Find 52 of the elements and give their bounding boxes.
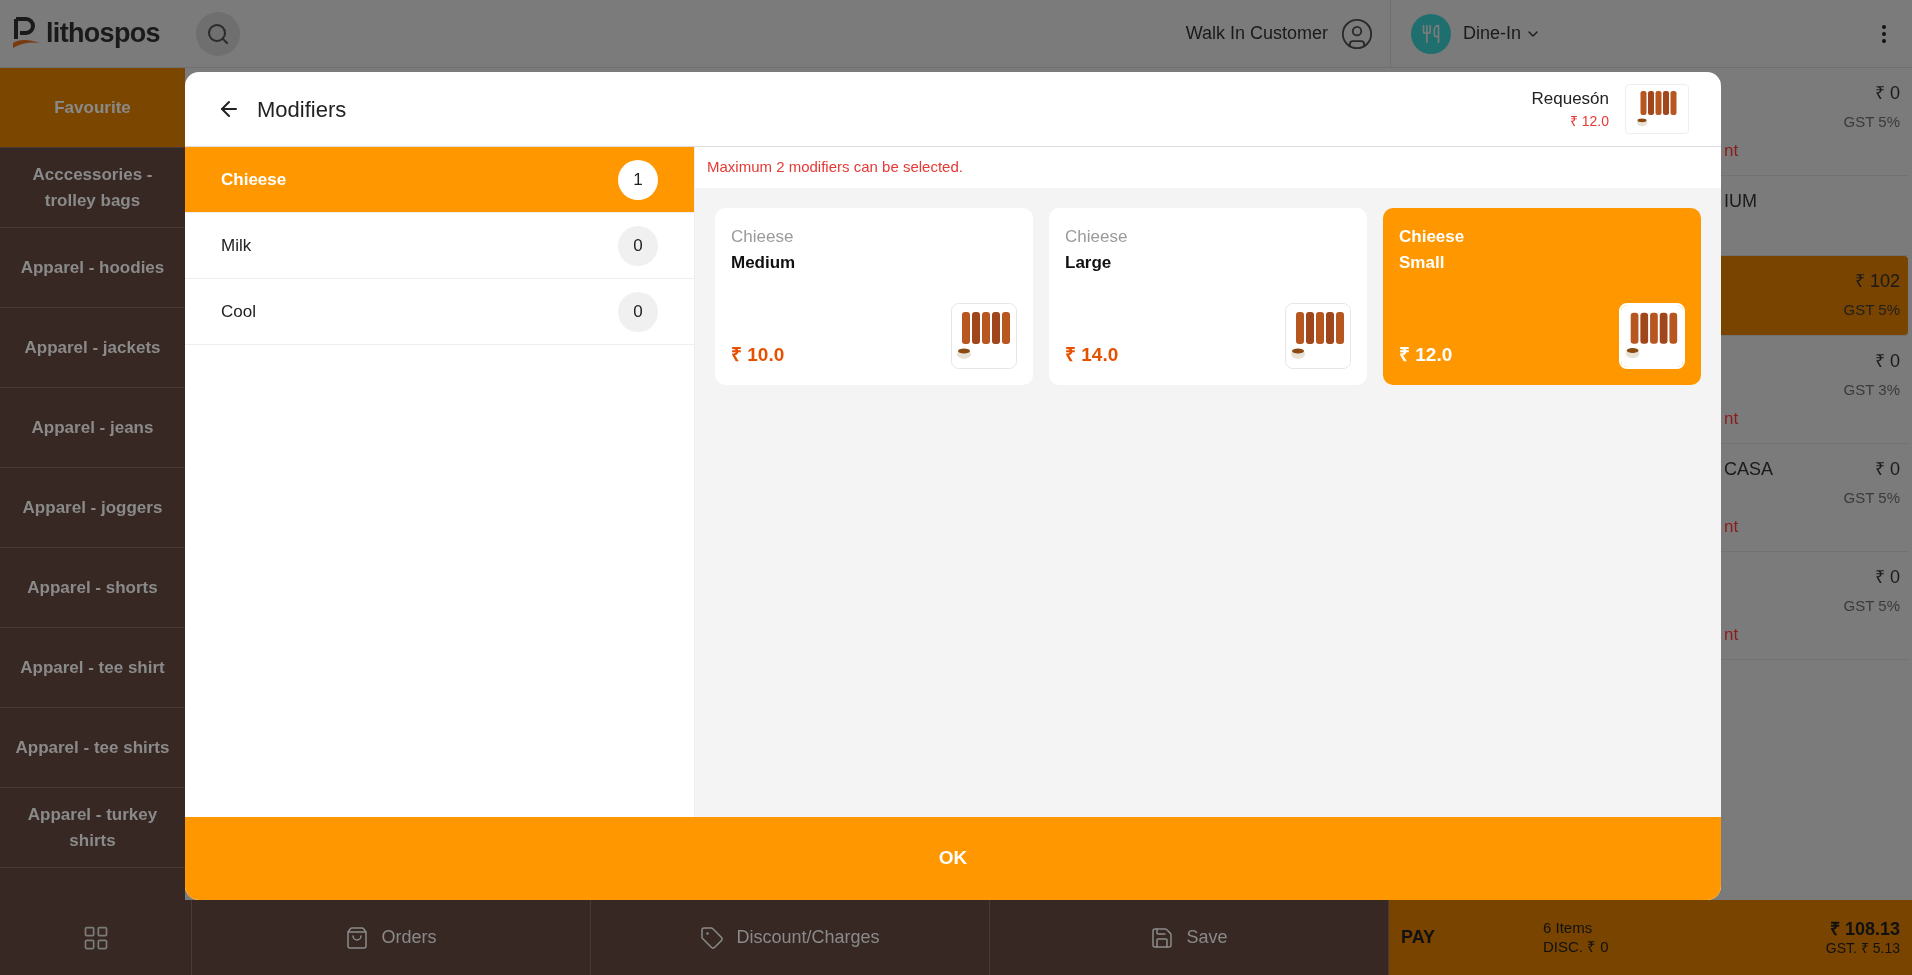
total-amount: ₹ 108.13 xyxy=(1829,917,1900,940)
customer-name[interactable]: Walk In Customer xyxy=(1185,20,1328,47)
group-name: Chieese xyxy=(731,226,795,248)
item-tax: GST 5% xyxy=(1843,596,1900,616)
item-note: nt xyxy=(1724,139,1740,162)
action-icon xyxy=(700,925,725,950)
user-icon[interactable] xyxy=(1340,16,1374,51)
item-price: ₹ 12.0 xyxy=(1569,112,1609,132)
modifier-price: ₹ 10.0 xyxy=(731,342,785,367)
dialog-title: Modifiers xyxy=(257,95,347,124)
order-type-dropdown[interactable]: Dine-In xyxy=(1463,20,1542,47)
ok-button[interactable]: OK xyxy=(185,817,1721,900)
brand-name: lithospos xyxy=(46,17,160,51)
limit-notice: Maximum 2 modifiers can be selected. xyxy=(707,157,963,178)
item-tax: GST 3% xyxy=(1843,380,1900,400)
item-price: ₹ 102 xyxy=(1854,270,1900,293)
modifier-price: ₹ 14.0 xyxy=(1065,342,1119,367)
group-name: Chieese xyxy=(1065,226,1129,248)
items-count: 6 Items xyxy=(1543,918,1594,938)
modifier-price: ₹ 12.0 xyxy=(1399,342,1453,367)
modifier-group[interactable]: Chieese 1 xyxy=(185,147,694,213)
item-note: nt xyxy=(1724,407,1740,430)
count-badge: 0 xyxy=(618,291,658,332)
modifier-name: Large xyxy=(1065,251,1113,274)
modifier-card[interactable]: Chieese Small ₹ 12.0 xyxy=(1383,208,1701,385)
modifier-name: Small xyxy=(1399,251,1446,274)
count-badge: 0 xyxy=(618,225,658,266)
group-name: Chieese xyxy=(1399,226,1466,248)
dine-in-icon xyxy=(1411,13,1451,54)
modifier-card[interactable]: Chieese Medium ₹ 10.0 xyxy=(715,208,1033,385)
discount-amount: DISC. ₹ 0 xyxy=(1543,937,1609,957)
pay-button[interactable]: PAY 6 Items DISC. ₹ 0 ₹ 108.13 GST. ₹ 5.13 xyxy=(1389,900,1912,975)
tax-amount: GST. ₹ 5.13 xyxy=(1825,940,1900,958)
modifier-name: Medium xyxy=(731,251,797,274)
item-note: nt xyxy=(1724,623,1740,646)
count-badge: 1 xyxy=(618,159,658,200)
modifier-card[interactable]: Chieese Large ₹ 14.0 xyxy=(1049,208,1367,385)
item-price: ₹ 0 xyxy=(1875,350,1900,373)
item-tax: GST 5% xyxy=(1843,300,1900,320)
item-price: ₹ 0 xyxy=(1875,82,1900,105)
item-tax: GST 5% xyxy=(1843,488,1900,508)
item-note: nt xyxy=(1724,515,1740,538)
item-price: ₹ 0 xyxy=(1875,458,1900,481)
item-name: Requesón xyxy=(1531,87,1609,110)
category-item[interactable]: Favourite xyxy=(0,68,185,148)
item-price: ₹ 0 xyxy=(1875,566,1900,589)
search-icon xyxy=(205,21,230,46)
item-tax: GST 5% xyxy=(1843,112,1900,132)
item-name: IUM xyxy=(1724,190,1757,213)
item-name: CASA xyxy=(1724,458,1774,481)
action-icon xyxy=(1150,925,1175,950)
action-icon xyxy=(345,925,370,950)
